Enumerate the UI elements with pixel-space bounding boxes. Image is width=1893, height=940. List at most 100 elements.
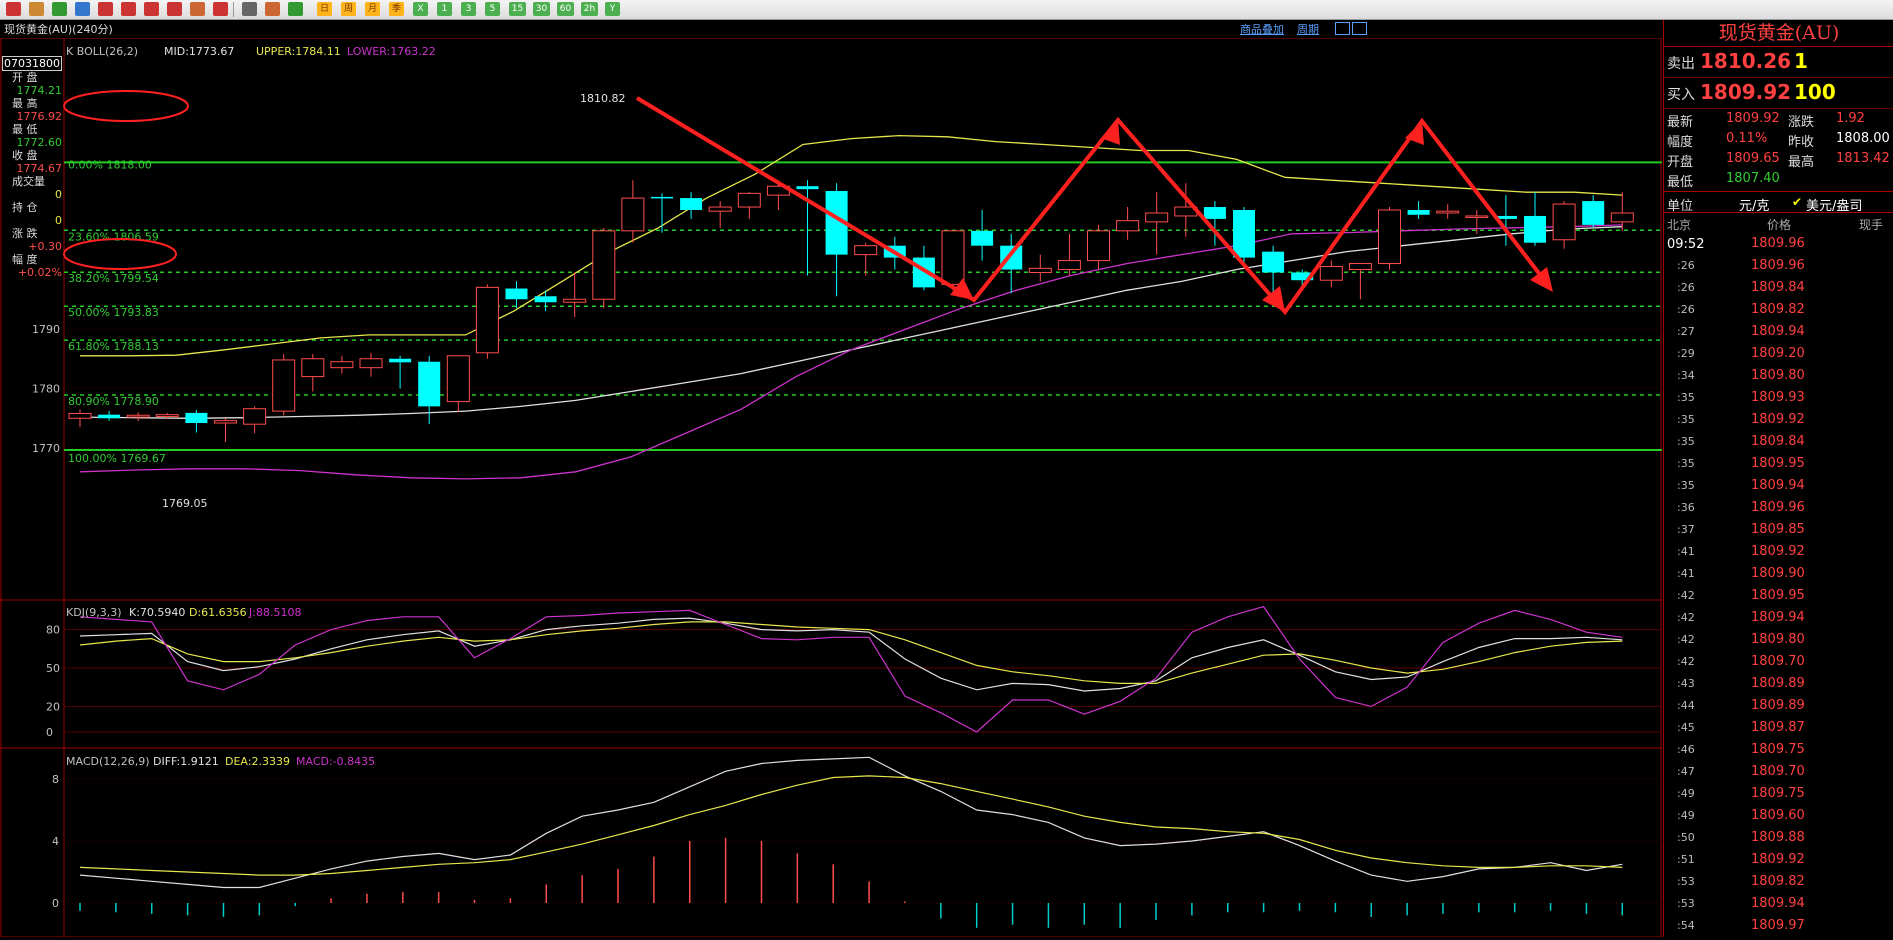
tick-row[interactable]: :51 1809.92 — [1664, 849, 1893, 871]
home-icon[interactable] — [6, 2, 21, 16]
candle[interactable] — [98, 411, 121, 421]
candle[interactable] — [1524, 192, 1546, 246]
tick-row[interactable]: :26 1809.84 — [1664, 277, 1893, 299]
candle[interactable] — [68, 409, 92, 428]
candle[interactable] — [1057, 233, 1081, 276]
zoom-out-icon[interactable] — [121, 2, 136, 16]
candle[interactable] — [475, 284, 499, 359]
period-button-9[interactable]: 30 — [533, 2, 550, 16]
candle[interactable] — [1319, 260, 1343, 288]
tick-row[interactable]: :35 1809.92 — [1664, 409, 1893, 431]
ticks-list[interactable]: 09:52 1809.96:26 1809.96:26 1809.84:26 1809.… — [1664, 233, 1893, 937]
candle[interactable] — [621, 180, 645, 243]
layout-icon[interactable] — [1335, 22, 1350, 35]
candle[interactable] — [126, 412, 150, 422]
tick-row[interactable]: 09:52 1809.96 — [1664, 233, 1893, 255]
period-button-11[interactable]: 2h — [581, 2, 598, 16]
period-button-6[interactable]: 3 — [461, 2, 476, 16]
candle[interactable] — [1028, 254, 1052, 282]
tick-row[interactable]: :53 1809.82 — [1664, 871, 1893, 893]
tick-row[interactable]: :53 1809.94 — [1664, 893, 1893, 915]
tools-icon[interactable] — [190, 2, 205, 16]
refresh-icon[interactable] — [75, 2, 90, 16]
candle[interactable] — [737, 192, 761, 219]
tick-row[interactable]: :50 1809.88 — [1664, 827, 1893, 849]
period-button-1[interactable]: 周 — [341, 2, 356, 16]
candle[interactable] — [1378, 207, 1401, 270]
tick-row[interactable]: :49 1809.60 — [1664, 805, 1893, 827]
sell-row[interactable]: 卖出 1810.26 1 — [1664, 47, 1893, 78]
period-button-8[interactable]: 15 — [509, 2, 526, 16]
tick-row[interactable]: :26 1809.82 — [1664, 299, 1893, 321]
tick-row[interactable]: :42 1809.95 — [1664, 585, 1893, 607]
tick-row[interactable]: :35 1809.95 — [1664, 453, 1893, 475]
candle[interactable] — [534, 290, 557, 312]
tick-row[interactable]: :27 1809.94 — [1664, 321, 1893, 343]
tick-row[interactable]: :29 1809.20 — [1664, 343, 1893, 365]
tick-row[interactable]: :41 1809.92 — [1664, 541, 1893, 563]
tick-row[interactable]: :54 1809.97 — [1664, 915, 1893, 937]
buy-row[interactable]: 买入 1809.92 100 — [1664, 78, 1893, 109]
zoom-in-icon[interactable] — [98, 2, 113, 16]
candle[interactable] — [592, 227, 616, 309]
candle[interactable] — [1582, 195, 1605, 228]
period-link[interactable]: 周期 — [1297, 21, 1319, 37]
overlay-link[interactable]: 商品叠加 — [1240, 21, 1284, 37]
candle[interactable] — [563, 272, 587, 318]
candle[interactable] — [214, 418, 237, 443]
tick-row[interactable]: :26 1809.96 — [1664, 255, 1893, 277]
back-icon[interactable] — [29, 2, 44, 16]
table-icon[interactable] — [242, 2, 257, 16]
tick-row[interactable]: :46 1809.75 — [1664, 739, 1893, 761]
candle[interactable] — [1145, 192, 1169, 255]
period-button-7[interactable]: 5 — [485, 2, 500, 16]
period-button-4[interactable]: X — [413, 2, 428, 16]
forward-icon[interactable] — [52, 2, 67, 16]
candle[interactable] — [330, 355, 354, 374]
chart-area[interactable]: 179017801770 0.00% 1818.0023.60% 1806.59… — [0, 37, 1662, 938]
candle[interactable] — [1436, 204, 1460, 219]
tick-row[interactable]: :44 1809.89 — [1664, 695, 1893, 717]
tick-row[interactable]: :42 1809.70 — [1664, 651, 1893, 673]
tick-row[interactable]: :49 1809.75 — [1664, 783, 1893, 805]
candle[interactable] — [1552, 201, 1576, 249]
pen-icon[interactable] — [167, 2, 182, 16]
tick-row[interactable]: :36 1809.96 — [1664, 497, 1893, 519]
tick-row[interactable]: :43 1809.89 — [1664, 673, 1893, 695]
candle[interactable] — [1465, 210, 1489, 234]
unit-check-icon[interactable]: ✔ — [1792, 195, 1802, 209]
candle[interactable] — [185, 409, 208, 433]
candle[interactable] — [708, 201, 732, 228]
candle[interactable] — [1348, 263, 1372, 300]
candle[interactable] — [971, 210, 994, 261]
chart-icon[interactable] — [265, 2, 280, 16]
tick-row[interactable]: :45 1809.87 — [1664, 717, 1893, 739]
candle[interactable] — [418, 355, 441, 425]
tick-row[interactable]: :42 1809.80 — [1664, 629, 1893, 651]
tick-row[interactable]: :47 1809.70 — [1664, 761, 1893, 783]
candle[interactable] — [359, 352, 383, 377]
candle[interactable] — [651, 193, 673, 233]
candle[interactable] — [301, 353, 325, 392]
candle[interactable] — [446, 355, 470, 413]
candle[interactable] — [243, 406, 267, 434]
period-button-10[interactable]: 60 — [557, 2, 574, 16]
tick-row[interactable]: :41 1809.90 — [1664, 563, 1893, 585]
candle[interactable] — [1262, 245, 1285, 294]
tick-row[interactable]: :34 1809.80 — [1664, 365, 1893, 387]
window-restore-icon[interactable] — [1352, 22, 1367, 35]
candle[interactable] — [272, 353, 296, 416]
period-button-2[interactable]: 月 — [365, 2, 380, 16]
tick-row[interactable]: :35 1809.94 — [1664, 475, 1893, 497]
indicator-icon[interactable] — [288, 2, 303, 16]
tick-row[interactable]: :35 1809.93 — [1664, 387, 1893, 409]
period-button-3[interactable]: 季 — [389, 2, 404, 16]
period-button-0[interactable]: 日 — [317, 2, 332, 16]
period-button-5[interactable]: 1 — [437, 2, 452, 16]
window-icon[interactable] — [144, 2, 159, 16]
filter-icon[interactable] — [213, 2, 228, 16]
unit-alt[interactable]: 美元/盎司 — [1806, 195, 1862, 214]
tick-row[interactable]: :35 1809.84 — [1664, 431, 1893, 453]
candle[interactable] — [1407, 201, 1430, 219]
period-button-12[interactable]: Y — [605, 2, 620, 16]
